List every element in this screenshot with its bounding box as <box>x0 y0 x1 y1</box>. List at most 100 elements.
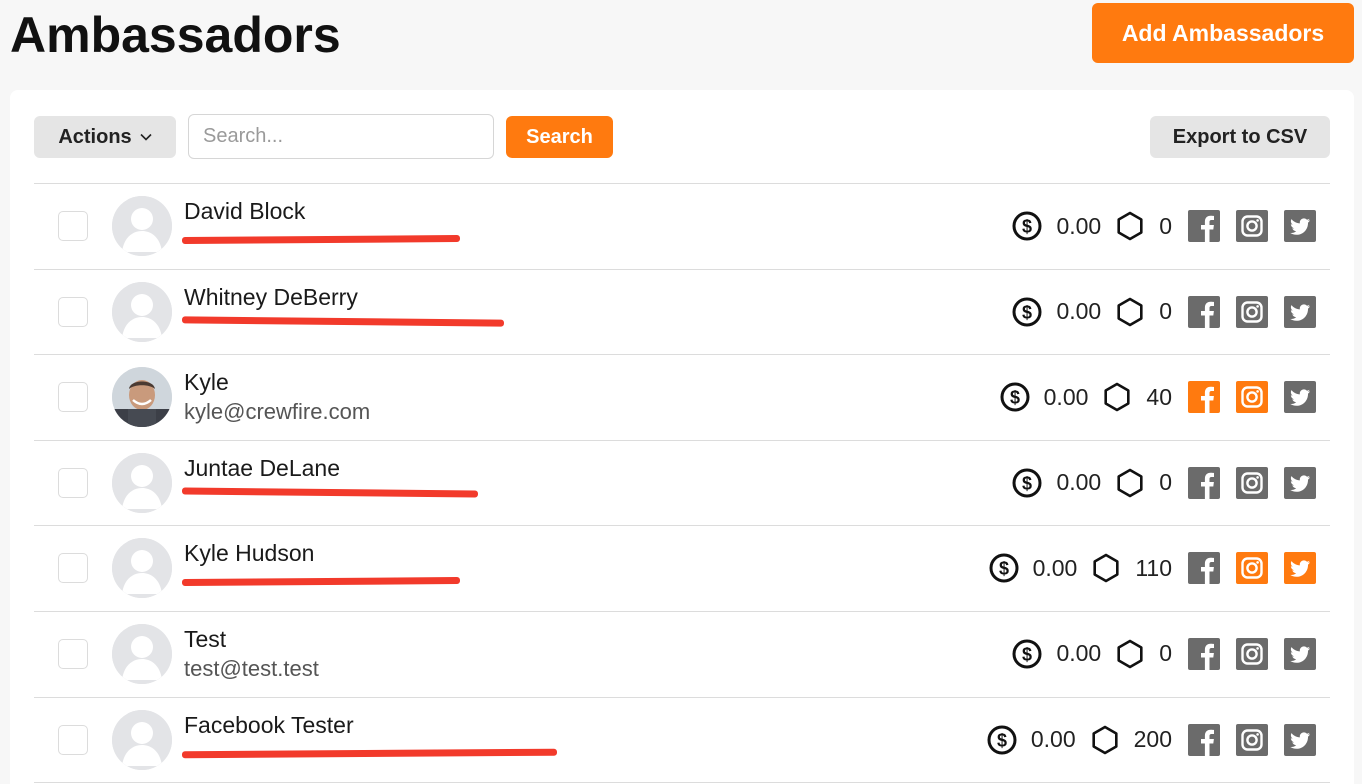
email-redaction-mark <box>181 487 479 498</box>
ambassador-email: test@test.test <box>184 655 319 681</box>
avatar <box>112 196 172 256</box>
ambassador-row[interactable]: David Block $0.00 0 <box>34 184 1330 270</box>
dollar-icon: $ <box>1012 639 1042 669</box>
ambassador-email: kyle@crewfire.com <box>184 399 371 425</box>
instagram-icon[interactable] <box>1236 295 1268 328</box>
earnings-value: 0.00 <box>1056 212 1102 239</box>
dollar-icon: $ <box>1000 382 1030 412</box>
instagram-icon[interactable] <box>1236 381 1268 414</box>
avatar <box>112 452 172 513</box>
email-redaction-mark <box>181 748 558 758</box>
actions-dropdown[interactable]: Actions <box>34 116 176 158</box>
row-checkbox[interactable] <box>58 467 88 498</box>
ambassador-stats: $0.00 0 <box>1012 634 1316 674</box>
dollar-icon: $ <box>987 725 1017 755</box>
search-button[interactable]: Search <box>506 116 613 158</box>
facebook-icon[interactable] <box>1188 637 1220 670</box>
twitter-icon[interactable] <box>1284 210 1316 242</box>
twitter-icon[interactable] <box>1284 466 1316 499</box>
ambassador-stats: $0.00 110 <box>989 548 1316 588</box>
dollar-icon: $ <box>989 553 1019 583</box>
facebook-icon[interactable] <box>1188 552 1220 585</box>
instagram-icon[interactable] <box>1236 466 1268 499</box>
facebook-icon[interactable] <box>1188 466 1220 499</box>
ambassador-row[interactable]: Whitney DeBerry $0.00 0 <box>34 270 1330 356</box>
dollar-icon: $ <box>1012 211 1042 241</box>
ambassador-list: David Block $0.00 0 Whitney DeBerry $0.00 0 Ky… <box>34 183 1330 784</box>
facebook-icon[interactable] <box>1188 381 1220 414</box>
row-checkbox[interactable] <box>58 724 88 755</box>
hexagon-points-icon <box>1115 297 1145 327</box>
ambassador-stats: $0.00 40 <box>1000 377 1316 417</box>
points-value: 110 <box>1135 554 1172 581</box>
ambassador-row[interactable]: Kyle Hudson $0.00 110 <box>34 526 1330 612</box>
svg-text:$: $ <box>997 730 1007 750</box>
svg-text:$: $ <box>1022 302 1032 322</box>
ambassador-name: Whitney DeBerry <box>184 283 358 310</box>
row-checkbox[interactable] <box>58 553 88 584</box>
search-input[interactable] <box>188 114 494 159</box>
svg-text:$: $ <box>1022 217 1032 237</box>
facebook-icon[interactable] <box>1188 210 1220 242</box>
points-value: 0 <box>1159 212 1172 239</box>
avatar <box>112 709 172 770</box>
twitter-icon[interactable] <box>1284 381 1316 414</box>
hexagon-points-icon <box>1102 382 1132 412</box>
earnings-value: 0.00 <box>1056 640 1102 667</box>
instagram-icon[interactable] <box>1236 210 1268 242</box>
svg-text:$: $ <box>1010 388 1020 408</box>
hexagon-points-icon <box>1115 211 1145 241</box>
ambassador-name: David Block <box>184 198 306 224</box>
hexagon-points-icon <box>1091 553 1121 583</box>
earnings-value: 0.00 <box>1056 298 1102 325</box>
toolbar: Actions Search Export to CSV <box>10 90 1354 184</box>
ambassador-stats: $0.00 0 <box>1012 292 1316 332</box>
instagram-icon[interactable] <box>1236 637 1268 670</box>
actions-label: Actions <box>58 125 132 148</box>
points-value: 40 <box>1146 383 1172 410</box>
hexagon-points-icon <box>1115 468 1145 498</box>
points-value: 0 <box>1159 469 1172 496</box>
row-checkbox[interactable] <box>58 296 88 327</box>
ambassador-row[interactable]: Kyle kyle@crewfire.com $0.00 40 <box>34 355 1330 441</box>
hexagon-points-icon <box>1090 725 1120 755</box>
ambassador-row[interactable]: Juntae DeLane $0.00 0 <box>34 441 1330 527</box>
ambassador-name: Kyle Hudson <box>184 540 315 567</box>
points-value: 0 <box>1159 298 1172 325</box>
dollar-icon: $ <box>1012 468 1042 498</box>
earnings-value: 0.00 <box>1030 726 1076 753</box>
earnings-value: 0.00 <box>1032 554 1078 581</box>
ambassador-stats: $0.00 0 <box>1012 206 1316 246</box>
svg-text:$: $ <box>1022 473 1032 493</box>
ambassador-stats: $0.00 0 <box>1012 463 1316 503</box>
ambassador-name: Test <box>184 625 227 652</box>
avatar <box>112 367 172 428</box>
row-checkbox[interactable] <box>58 638 88 669</box>
ambassador-row[interactable]: Facebook Tester $0.00 200 <box>34 698 1330 784</box>
instagram-icon[interactable] <box>1236 723 1268 756</box>
twitter-icon[interactable] <box>1284 552 1316 585</box>
row-checkbox[interactable] <box>58 382 88 413</box>
points-value: 200 <box>1133 726 1172 753</box>
svg-text:$: $ <box>1022 644 1032 664</box>
ambassador-stats: $0.00 200 <box>987 720 1316 760</box>
earnings-value: 0.00 <box>1043 383 1089 410</box>
ambassador-name: Kyle <box>184 369 229 396</box>
facebook-icon[interactable] <box>1188 295 1220 328</box>
points-value: 0 <box>1159 640 1172 667</box>
ambassadors-panel: Actions Search Export to CSV David Block… <box>10 90 1354 784</box>
avatar <box>112 623 172 684</box>
avatar <box>112 281 172 342</box>
ambassador-row[interactable]: Test test@test.test $0.00 0 <box>34 612 1330 698</box>
row-checkbox[interactable] <box>58 211 88 241</box>
export-csv-button[interactable]: Export to CSV <box>1150 116 1330 158</box>
facebook-icon[interactable] <box>1188 723 1220 756</box>
add-ambassadors-button[interactable]: Add Ambassadors <box>1092 3 1354 63</box>
earnings-value: 0.00 <box>1056 469 1102 496</box>
twitter-icon[interactable] <box>1284 723 1316 756</box>
twitter-icon[interactable] <box>1284 295 1316 328</box>
twitter-icon[interactable] <box>1284 637 1316 670</box>
page-title: Ambassadors <box>10 7 341 63</box>
instagram-icon[interactable] <box>1236 552 1268 585</box>
hexagon-points-icon <box>1115 639 1145 669</box>
